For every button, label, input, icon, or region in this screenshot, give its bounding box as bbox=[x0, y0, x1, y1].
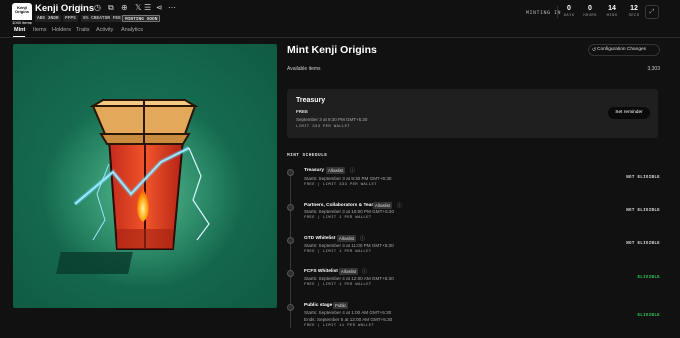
set-reminder-button[interactable]: Set reminder bbox=[608, 107, 650, 119]
countdown-mins: 14 MINS bbox=[602, 4, 622, 19]
stage-dot-icon bbox=[287, 304, 294, 311]
logo-text: Kenji Origins bbox=[14, 5, 29, 14]
stage-tag: Public bbox=[333, 302, 349, 309]
stage-start: Starts: September 4 at 12:00 AM GMT+5:30 bbox=[304, 276, 394, 281]
available-items-label: Available items bbox=[287, 66, 321, 72]
star-icon[interactable]: ☆ bbox=[76, 3, 83, 13]
countdown-days: 0 DAYS bbox=[559, 4, 579, 19]
tabs-divider bbox=[0, 37, 680, 38]
stage-tag: Allowlist bbox=[373, 202, 393, 209]
menu-icon[interactable]: ☰ bbox=[144, 3, 151, 13]
stage-eligibility: ELIGIBLE bbox=[637, 276, 660, 280]
collection-artwork bbox=[13, 44, 277, 308]
countdown-secs: 12 SECS bbox=[624, 4, 644, 19]
tab-traits[interactable]: Traits bbox=[76, 27, 90, 33]
minting-soon-badge: MINTING SOON bbox=[122, 15, 161, 22]
schedule-stage: FCFS Whitelist Allowlist ⓘ Starts: Septe… bbox=[287, 268, 662, 299]
stage-name: GTD Whitelist bbox=[304, 236, 336, 241]
countdown-hours-label: HOURS bbox=[583, 14, 597, 18]
stage-dot-icon bbox=[287, 270, 294, 277]
tab-activity[interactable]: Activity bbox=[96, 27, 113, 33]
stage-start: Starts: September 3 at 11:00 PM GMT+5:30 bbox=[304, 243, 394, 248]
stage-name: Public stage bbox=[304, 303, 333, 308]
tab-holders[interactable]: Holders bbox=[52, 27, 71, 33]
collection-logo[interactable]: Kenji Origins 1000 items bbox=[12, 3, 32, 25]
countdown-days-value: 0 bbox=[567, 5, 571, 12]
stage-eligibility: NOT ELIGIBLE bbox=[626, 242, 660, 246]
countdown-hours: 0 HOURS bbox=[580, 4, 600, 19]
tab-mint[interactable]: Mint bbox=[14, 27, 25, 33]
share-icon[interactable]: ⋖ bbox=[156, 3, 163, 13]
current-stage-price: FREE bbox=[296, 109, 309, 114]
stage-limit: FREE | LIMIT 11 PER WALLET bbox=[304, 324, 375, 328]
countdown-secs-value: 12 bbox=[630, 5, 638, 12]
mint-title: Mint Kenji Origins bbox=[287, 44, 377, 56]
stage-name: Treasury bbox=[304, 168, 325, 173]
schedule-stage: Partners, Collaborators & Team Allowlist… bbox=[287, 202, 662, 233]
stage-name: FCFS Whitelist bbox=[304, 269, 338, 274]
current-stage-name: Treasury bbox=[296, 97, 326, 104]
stage-dot-icon bbox=[287, 169, 294, 176]
stage-tag: Allowlist bbox=[339, 268, 359, 275]
countdown-mins-value: 14 bbox=[608, 5, 616, 12]
stage-eligibility: ELIGIBLE bbox=[637, 314, 660, 318]
countdown-secs-label: SECS bbox=[628, 14, 640, 18]
tab-items[interactable]: Items bbox=[33, 27, 46, 33]
tab-analytics[interactable]: Analytics bbox=[121, 27, 143, 33]
chain-badge: ABS 3NDR bbox=[35, 15, 61, 22]
collection-title: Kenji Origins bbox=[35, 3, 95, 14]
stage-end: Ends: September 5 at 12:00 AM GMT+5:30 bbox=[304, 317, 393, 322]
stage-start: Starts: September 3 at 10:00 PM GMT+5:30 bbox=[304, 209, 395, 214]
schedule-stage: Treasury Allowlist ⓘ Starts: September 3… bbox=[287, 167, 662, 198]
countdown-mins-label: MINS bbox=[606, 14, 618, 18]
stage-start: Starts: September 3 at 9:30 PM GMT+5:30 bbox=[304, 176, 392, 181]
info-icon[interactable]: ⓘ bbox=[397, 203, 402, 209]
expand-button[interactable]: ⤢ bbox=[645, 5, 659, 19]
history-icon: ↺ bbox=[592, 47, 597, 53]
countdown-divider bbox=[557, 6, 558, 18]
minting-in-label: MINTING IN bbox=[526, 10, 562, 16]
info-icon[interactable]: ⓘ bbox=[362, 269, 367, 275]
expand-icon: ⤢ bbox=[649, 9, 655, 15]
available-items-value: 3,303 bbox=[647, 66, 660, 72]
current-stage-card: Treasury FREE September 3 at 9:30 PM GMT… bbox=[287, 89, 658, 138]
collection-header: Kenji Origins 1000 items Kenji Origins ☆… bbox=[0, 0, 680, 26]
stage-limit: FREE | LIMIT 1 PER WALLET bbox=[304, 250, 372, 254]
logo-subtext: 1000 items bbox=[12, 20, 32, 25]
stage-dot-icon bbox=[287, 237, 294, 244]
configuration-changes-label: Configuration Changes bbox=[597, 47, 647, 52]
globe-icon[interactable]: ⊕ bbox=[121, 3, 128, 13]
copy-icon[interactable]: ⧉ bbox=[108, 3, 114, 13]
category-badge: PFPS bbox=[63, 15, 78, 22]
lantern-illustration bbox=[43, 99, 243, 289]
stage-limit: FREE | LIMIT 1 PER WALLET bbox=[304, 283, 372, 287]
mint-schedule-title: MINT SCHEDULE bbox=[287, 153, 328, 158]
more-icon[interactable]: ⋯ bbox=[168, 3, 176, 13]
current-stage-date: September 3 at 9:30 PM GMT+5:30 bbox=[296, 117, 368, 122]
creator-fee-badge: 5% CREATOR FEE bbox=[81, 15, 123, 22]
stage-eligibility: NOT ELIGIBLE bbox=[626, 176, 660, 180]
stage-eligibility: NOT ELIGIBLE bbox=[626, 209, 660, 213]
stage-dot-icon bbox=[287, 204, 294, 211]
current-stage-limit: LIMIT 333 PER WALLET bbox=[296, 125, 351, 129]
x-twitter-icon[interactable]: 𝕏 bbox=[135, 3, 141, 13]
info-icon[interactable]: ⓘ bbox=[360, 236, 365, 242]
configuration-changes-button[interactable]: ↺ Configuration Changes bbox=[588, 44, 660, 56]
stage-tag: Allowlist bbox=[326, 167, 346, 174]
clock-icon[interactable]: ◷ bbox=[94, 3, 101, 13]
stage-start: Starts: September 4 at 1:00 AM GMT+5:30 bbox=[304, 310, 392, 315]
countdown-days-label: DAYS bbox=[563, 14, 575, 18]
stage-tag: Allowlist bbox=[337, 235, 357, 242]
stage-name: Partners, Collaborators & Team bbox=[304, 203, 376, 208]
schedule-stage: Public stage Public Starts: September 4 … bbox=[287, 302, 662, 333]
stage-limit: FREE | LIMIT 1 PER WALLET bbox=[304, 216, 372, 220]
countdown-hours-value: 0 bbox=[588, 5, 592, 12]
schedule-stage: GTD Whitelist Allowlist ⓘ Starts: Septem… bbox=[287, 235, 662, 266]
stage-limit: FREE | LIMIT 333 PER WALLET bbox=[304, 183, 377, 187]
info-icon[interactable]: ⓘ bbox=[350, 168, 355, 174]
